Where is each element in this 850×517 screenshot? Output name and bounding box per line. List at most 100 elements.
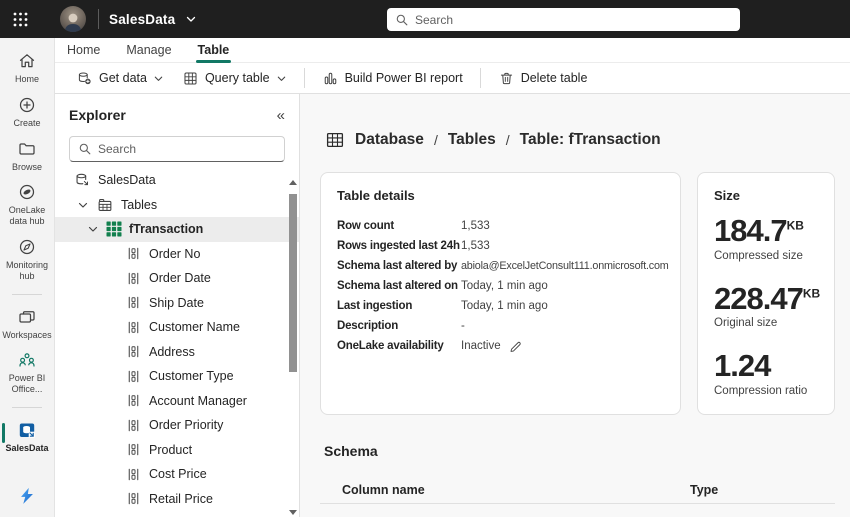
- get-data-label: Get data: [99, 71, 147, 85]
- rail-item-home[interactable]: Home: [0, 46, 54, 90]
- rail-item-label: SalesData: [5, 442, 49, 453]
- tab-home[interactable]: Home: [65, 41, 102, 59]
- explorer-scrollbar[interactable]: [288, 178, 298, 517]
- table-details-card: Table details Row count 1,533 Rows inges…: [320, 172, 681, 415]
- explorer-search: [69, 136, 285, 162]
- rail-item-create[interactable]: Create: [0, 90, 54, 134]
- scroll-up-icon[interactable]: [289, 180, 297, 185]
- person-icon: [64, 13, 82, 32]
- breadcrumb-tables[interactable]: Tables: [448, 131, 496, 149]
- tree-column-retail-price[interactable]: Retail Price: [55, 487, 299, 512]
- query-table-label: Query table: [204, 71, 270, 85]
- tab-manage[interactable]: Manage: [124, 41, 173, 59]
- toolbar-divider: [303, 68, 305, 88]
- scroll-down-icon[interactable]: [289, 510, 297, 515]
- detail-value: Today, 1 min ago: [461, 280, 548, 292]
- rail-item-powerbi-office[interactable]: Power BI Office...: [0, 345, 54, 400]
- detail-label: Schema last altered on: [337, 280, 458, 292]
- tree-column-account-manager[interactable]: Account Manager: [55, 389, 299, 414]
- collapse-panel-button[interactable]: «: [277, 108, 285, 123]
- workspace-chevron-button[interactable]: [185, 13, 197, 25]
- table-grid-green-icon: [106, 221, 122, 237]
- waffle-icon: [13, 12, 27, 26]
- compass-icon: [19, 239, 35, 255]
- metric-unit: KB: [786, 218, 804, 233]
- tree-column-ship-date[interactable]: Ship Date: [55, 291, 299, 316]
- get-data-button[interactable]: Get data: [69, 66, 171, 91]
- rail-item-label: Workspaces: [2, 329, 52, 340]
- query-table-button[interactable]: Query table: [175, 66, 294, 91]
- rail-item-salesdata[interactable]: SalesData: [0, 415, 54, 459]
- rail-item-onelake-data-hub[interactable]: OneLake data hub: [0, 177, 54, 232]
- tree-column-partial[interactable]: [55, 511, 299, 517]
- lightning-icon: [21, 487, 33, 504]
- tree-column-cost-price[interactable]: Cost Price: [55, 462, 299, 487]
- tree-column-label: Ship Date: [149, 295, 204, 310]
- toolbar-divider: [479, 68, 481, 88]
- search-icon: [396, 14, 408, 25]
- column-icon: [128, 419, 139, 432]
- topbar: SalesData: [0, 0, 850, 38]
- tree-column-customer-type[interactable]: Customer Type: [55, 364, 299, 389]
- column-icon: [128, 492, 139, 505]
- ribbon-tabbar: Home Manage Table: [55, 38, 850, 63]
- column-icon: [128, 468, 139, 481]
- tree-node-ftransaction[interactable]: fTransaction: [55, 217, 299, 242]
- rail-item-label: Power BI Office...: [8, 373, 46, 395]
- rail-item-browse[interactable]: Browse: [0, 134, 54, 178]
- global-search-input[interactable]: [415, 12, 732, 27]
- tree-column-order-priority[interactable]: Order Priority: [55, 413, 299, 438]
- scrollbar-thumb[interactable]: [289, 194, 297, 372]
- rail-item-monitoring-hub[interactable]: Monitoring hub: [0, 232, 54, 287]
- rail-divider: [12, 406, 42, 408]
- tree-node-label: Tables: [121, 197, 158, 212]
- table-icon: [184, 71, 197, 85]
- tab-table[interactable]: Table: [195, 41, 232, 63]
- column-icon: [128, 296, 139, 309]
- feedback-button[interactable]: [16, 485, 38, 507]
- detail-label: Row count: [337, 220, 394, 232]
- breadcrumb-database[interactable]: Database: [355, 131, 424, 149]
- trash-icon: [500, 72, 512, 84]
- workspace-name[interactable]: SalesData: [109, 12, 175, 27]
- build-powerbi-report-button[interactable]: Build Power BI report: [315, 66, 470, 91]
- rail-item-label: Monitoring hub: [5, 259, 49, 281]
- metric-label: Compressed size: [714, 249, 803, 262]
- avatar[interactable]: [60, 6, 86, 32]
- metric-unit: KB: [802, 286, 821, 301]
- chevron-down-icon[interactable]: [77, 199, 89, 211]
- tree-column-product[interactable]: Product: [55, 438, 299, 463]
- detail-row-schema-altered-by: Schema last altered by abiola@ExcelJetCo…: [337, 256, 669, 276]
- detail-row-description: Description -: [337, 316, 664, 336]
- rail-item-workspaces[interactable]: Workspaces: [0, 302, 54, 346]
- chevron-down-icon[interactable]: [87, 223, 99, 235]
- people-icon: [19, 353, 35, 367]
- app-launcher-button[interactable]: [0, 0, 40, 38]
- content-area: Home Manage Table Get data Query table B…: [55, 38, 850, 517]
- tree-column-customer-name[interactable]: Customer Name: [55, 315, 299, 340]
- metric-value: 184.7KB: [714, 213, 804, 248]
- tree-column-order-date[interactable]: Order Date: [55, 266, 299, 291]
- explorer-header: Explorer «: [55, 102, 299, 128]
- tree-column-label: Customer Name: [149, 320, 240, 335]
- tree-column-label: Account Manager: [149, 393, 247, 408]
- breadcrumb-separator: /: [433, 132, 438, 148]
- tree-column-address[interactable]: Address: [55, 340, 299, 365]
- delete-table-button[interactable]: Delete table: [491, 66, 595, 91]
- tree-node-database[interactable]: SalesData: [55, 168, 299, 193]
- column-icon: [128, 321, 139, 334]
- tree-column-label: Address: [149, 344, 195, 359]
- build-powerbi-report-label: Build Power BI report: [344, 71, 463, 85]
- tree-column-label: Retail Price: [149, 491, 213, 506]
- tree-node-tables-folder[interactable]: Tables: [55, 193, 299, 218]
- metric-label: Compression ratio: [714, 384, 808, 397]
- rail-item-label: Home: [14, 74, 39, 84]
- tree-column-order-no[interactable]: Order No: [55, 242, 299, 267]
- size-card-title: Size: [714, 188, 741, 203]
- edit-onelake-button[interactable]: [508, 339, 523, 354]
- chevron-down-icon: [277, 76, 285, 81]
- detail-label: Schema last altered by: [337, 260, 458, 272]
- detail-value: 1,533: [461, 240, 490, 252]
- search-icon: [79, 143, 91, 155]
- explorer-search-input[interactable]: [98, 142, 276, 156]
